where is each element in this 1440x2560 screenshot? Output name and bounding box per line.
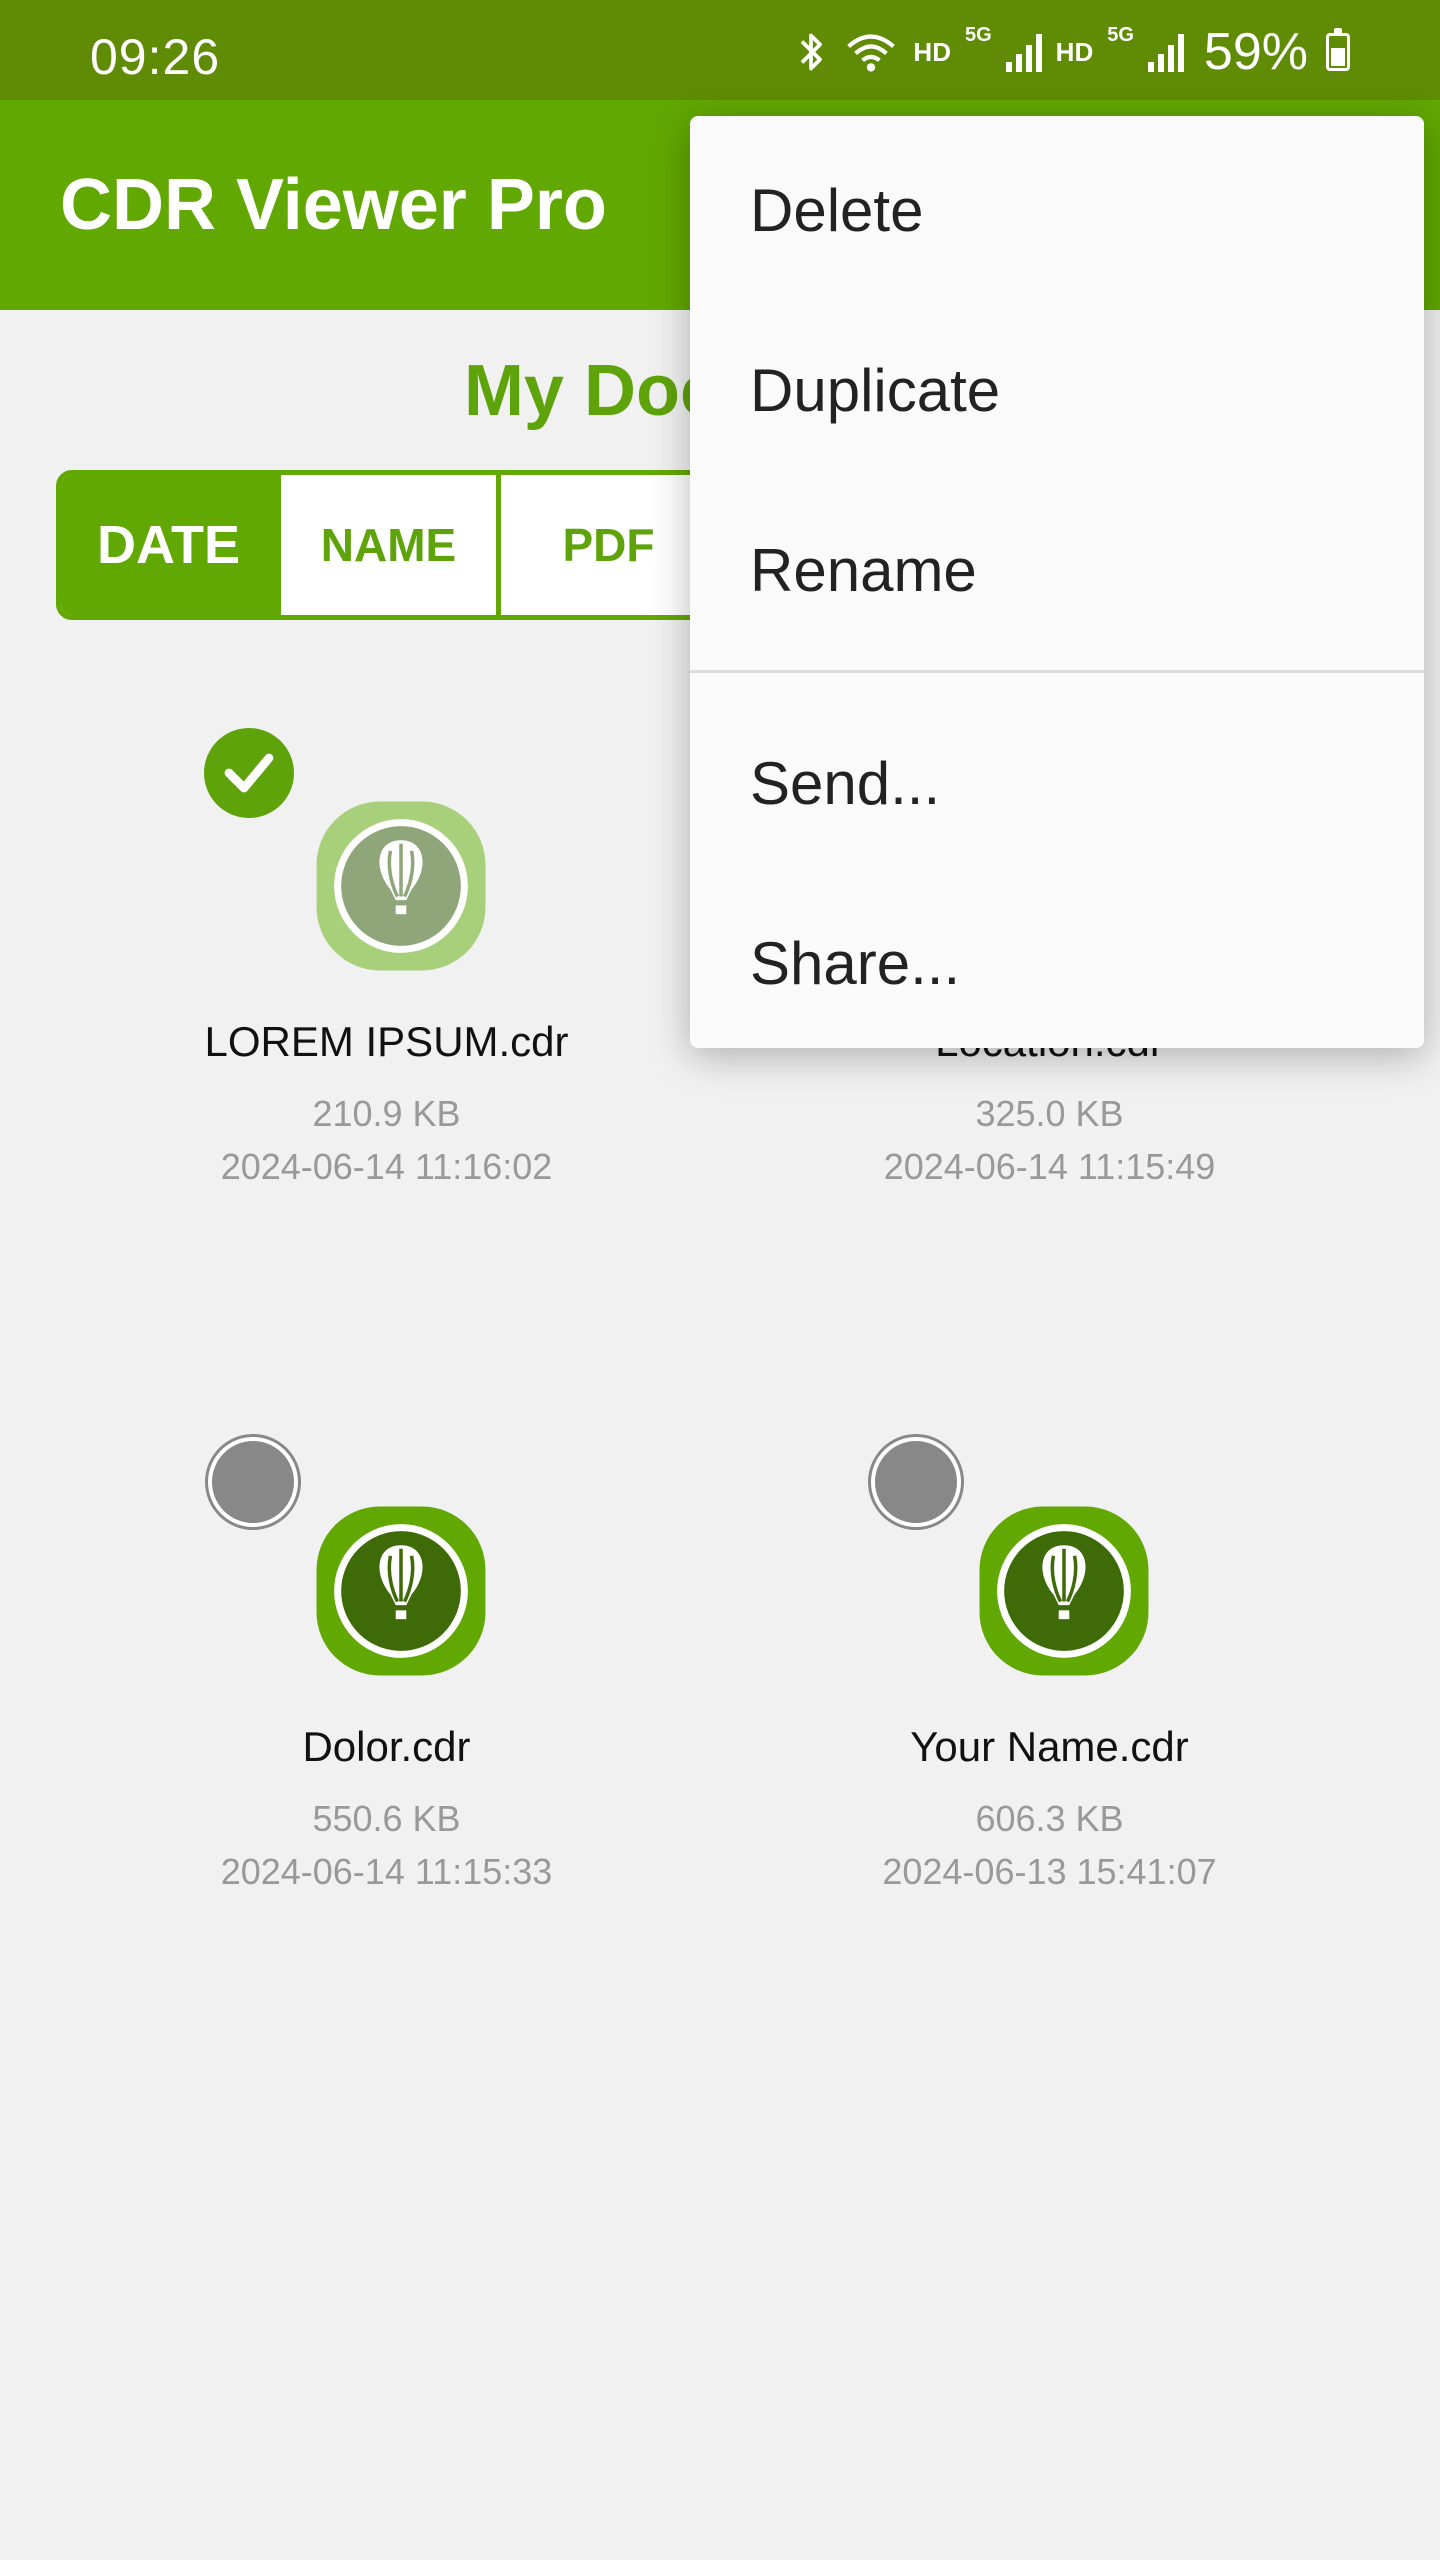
document-size: 325.0 KB [975, 1093, 1124, 1134]
cdr-file-icon [976, 1503, 1152, 1679]
document-item[interactable]: LOREM IPSUM.cdr 210.9 KB 2024-06-14 11:1… [55, 728, 718, 1208]
tab-sort-date[interactable]: DATE [61, 475, 281, 615]
unselected-radio-icon[interactable] [208, 1437, 298, 1527]
network-label: 5G [964, 24, 992, 46]
context-menu: Delete Duplicate Rename Send... Share... [690, 116, 1424, 1048]
document-name: Dolor.cdr [302, 1723, 471, 1770]
status-time: 09:26 [90, 29, 221, 85]
document-name: LOREM IPSUM.cdr [204, 1018, 569, 1065]
wifi-icon [847, 34, 896, 72]
tab-pdf[interactable]: PDF [501, 475, 721, 615]
cdr-file-icon [313, 1503, 489, 1679]
document-size: 550.6 KB [312, 1798, 461, 1839]
network-label: HD [1055, 36, 1094, 67]
document-size: 606.3 KB [975, 1798, 1124, 1839]
menu-divider [690, 670, 1424, 673]
document-item[interactable]: Dolor.cdr 550.6 KB 2024-06-14 11:15:33 [55, 1433, 718, 1913]
network-label: HD [913, 36, 951, 67]
status-icons: HD 5G HD 5G 59% [793, 23, 1350, 81]
signal-icon [1005, 32, 1042, 72]
document-name: Your Name.cdr [910, 1723, 1189, 1770]
selected-check-icon[interactable] [204, 728, 294, 818]
cdr-file-icon [313, 798, 489, 974]
document-date: 2024-06-14 11:15:49 [883, 1146, 1216, 1187]
menu-item-share[interactable]: Share... [750, 929, 960, 998]
bluetooth-icon [801, 33, 823, 71]
signal-icon [1147, 32, 1184, 72]
menu-item-delete[interactable]: Delete [750, 176, 923, 245]
battery-icon [1326, 28, 1350, 71]
network-label: 5G [1107, 24, 1134, 46]
battery-percent: 59% [1203, 23, 1308, 81]
document-date: 2024-06-14 11:15:33 [220, 1851, 553, 1892]
document-date: 2024-06-13 15:41:07 [882, 1851, 1217, 1892]
document-size: 210.9 KB [312, 1093, 461, 1134]
status-bar: 09:26 HD 5G HD 5G 59% [0, 0, 1440, 100]
document-item[interactable]: Your Name.cdr 606.3 KB 2024-06-13 15:41:… [718, 1433, 1381, 1913]
menu-item-rename[interactable]: Rename [750, 536, 977, 605]
document-date: 2024-06-14 11:16:02 [220, 1146, 553, 1187]
menu-item-duplicate[interactable]: Duplicate [750, 356, 1000, 425]
menu-item-send[interactable]: Send... [750, 749, 940, 818]
app-title: CDR Viewer Pro [60, 165, 607, 245]
unselected-radio-icon[interactable] [871, 1437, 961, 1527]
tab-sort-name[interactable]: NAME [281, 475, 501, 615]
